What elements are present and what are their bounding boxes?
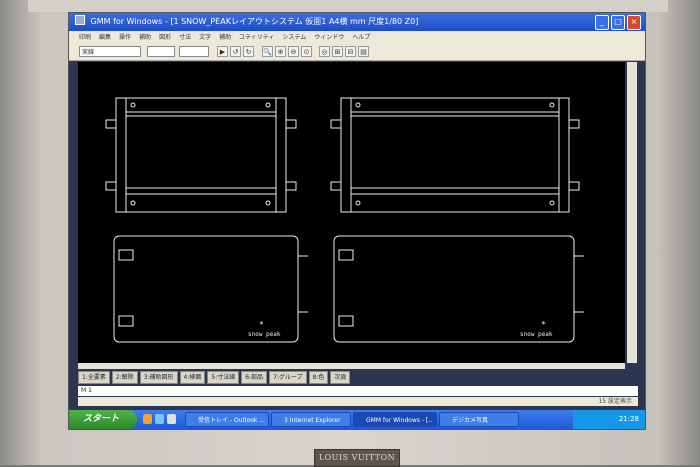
close-button[interactable]: × bbox=[627, 15, 641, 30]
outlook-quicklaunch-icon[interactable] bbox=[143, 414, 152, 424]
menu-item[interactable]: 補助 bbox=[139, 31, 151, 44]
zoom-icon[interactable]: 🔍 bbox=[262, 46, 273, 57]
task-outlook[interactable]: 受信トレイ - Outlook ... bbox=[185, 412, 269, 427]
panel-top-right bbox=[330, 97, 580, 213]
menu-item[interactable]: ウィンドウ bbox=[314, 31, 344, 44]
menu-bar: 印刷 編集 操作 補助 図形 寸法 文字 補助 ユティリティ システム ウィンド… bbox=[69, 31, 645, 44]
system-tray: 21:28 bbox=[573, 410, 645, 429]
fn-key-4[interactable]: 4:検面 bbox=[179, 371, 206, 384]
style-select[interactable] bbox=[179, 46, 209, 57]
fn-key-7[interactable]: 7:グループ bbox=[269, 371, 307, 384]
logo-text-right: snow peak bbox=[520, 331, 553, 338]
pan-button[interactable]: ◎ bbox=[319, 46, 330, 57]
maximize-button[interactable]: □ bbox=[611, 15, 625, 30]
snap-button[interactable]: ⊟ bbox=[345, 46, 356, 57]
app-icon bbox=[75, 15, 85, 25]
vertical-scrollbar[interactable] bbox=[627, 62, 637, 363]
command-line[interactable]: M 1 bbox=[78, 386, 638, 396]
fn-key-1[interactable]: 1:全要素 bbox=[78, 371, 110, 384]
taskbar: スタート 受信トレイ - Outlook ... 3 Internet Expl… bbox=[69, 410, 645, 429]
drawing-canvas[interactable]: * * snow peak snow peak bbox=[78, 62, 625, 363]
menu-item[interactable]: 操作 bbox=[119, 31, 131, 44]
screen: GMM for Windows - [1 SNOW_PEAKレイアウトシステム … bbox=[68, 12, 646, 430]
toolbar: 実線 ▶ ↺ ↻ 🔍 ⊕ ⊖ ⊙ ◎ ⊞ ⊟ ▤ bbox=[69, 44, 645, 61]
fn-key-6[interactable]: 6:部品 bbox=[241, 371, 268, 384]
menu-item[interactable]: 文字 bbox=[199, 31, 211, 44]
menu-item[interactable]: ヘルプ bbox=[352, 31, 370, 44]
panel-bottom-left bbox=[113, 235, 308, 343]
logo-text-left: snow peak bbox=[248, 331, 281, 338]
layer-select[interactable]: 実線 bbox=[79, 46, 141, 57]
menu-item[interactable]: ユティリティ bbox=[239, 31, 274, 44]
next-page-key[interactable]: 次頁 bbox=[330, 371, 351, 384]
fn-key-5[interactable]: 5:寸法線 bbox=[207, 371, 240, 384]
zoom-fit-button[interactable]: ⊙ bbox=[301, 46, 312, 57]
task-ie[interactable]: 3 Internet Explorer bbox=[271, 412, 351, 427]
zoom-in-button[interactable]: ⊕ bbox=[275, 46, 286, 57]
start-button[interactable]: スタート bbox=[69, 410, 137, 429]
task-gmm[interactable]: GMM for Windows - [.. bbox=[353, 412, 437, 427]
menu-item[interactable]: 寸法 bbox=[179, 31, 191, 44]
snow-peak-star-1: * bbox=[259, 320, 264, 329]
cad-drawing: * * snow peak snow peak bbox=[105, 97, 584, 343]
monitor-bezel bbox=[28, 0, 668, 12]
snow-peak-star-2: * bbox=[541, 320, 546, 329]
window-controls: _ □ × bbox=[595, 15, 641, 30]
menu-item[interactable]: 図形 bbox=[159, 31, 171, 44]
window-title: GMM for Windows - [1 SNOW_PEAKレイアウトシステム … bbox=[90, 17, 419, 26]
grid-button[interactable]: ⊞ bbox=[332, 46, 343, 57]
brand-plate: LOUIS VUITTON bbox=[314, 449, 400, 467]
fn-key-8[interactable]: 8:色 bbox=[308, 371, 329, 384]
fn-key-2[interactable]: 2:解除 bbox=[111, 371, 138, 384]
horizontal-scrollbar[interactable] bbox=[78, 363, 625, 369]
menu-item[interactable]: 補助 bbox=[219, 31, 231, 44]
layer-button[interactable]: ▤ bbox=[358, 46, 369, 57]
zoom-out-button[interactable]: ⊖ bbox=[288, 46, 299, 57]
redo-button[interactable]: ↻ bbox=[243, 46, 254, 57]
menu-item[interactable]: 印刷 bbox=[79, 31, 91, 44]
title-bar: GMM for Windows - [1 SNOW_PEAKレイアウトシステム … bbox=[69, 13, 645, 31]
panel-bottom-right bbox=[333, 235, 584, 343]
status-bar: 15 設定表示 bbox=[78, 397, 638, 406]
task-photos[interactable]: デジカメ写真 bbox=[439, 412, 519, 427]
fn-key-3[interactable]: 3:補助図形 bbox=[139, 371, 178, 384]
status-right: 15 設定表示 bbox=[598, 398, 632, 405]
function-key-bar: 1:全要素 2:解除 3:補助図形 4:検面 5:寸法線 6:部品 7:グループ… bbox=[78, 371, 638, 384]
ie-quicklaunch-icon[interactable] bbox=[155, 414, 164, 424]
desktop-quicklaunch-icon[interactable] bbox=[167, 414, 176, 424]
clock[interactable]: 21:28 bbox=[619, 415, 639, 423]
menu-item[interactable]: システム bbox=[282, 31, 306, 44]
select-tool-button[interactable]: ▶ bbox=[217, 46, 228, 57]
undo-button[interactable]: ↺ bbox=[230, 46, 241, 57]
panel-top-left bbox=[105, 97, 297, 213]
minimize-button[interactable]: _ bbox=[595, 15, 609, 30]
size-select[interactable] bbox=[147, 46, 175, 57]
menu-item[interactable]: 編集 bbox=[99, 31, 111, 44]
